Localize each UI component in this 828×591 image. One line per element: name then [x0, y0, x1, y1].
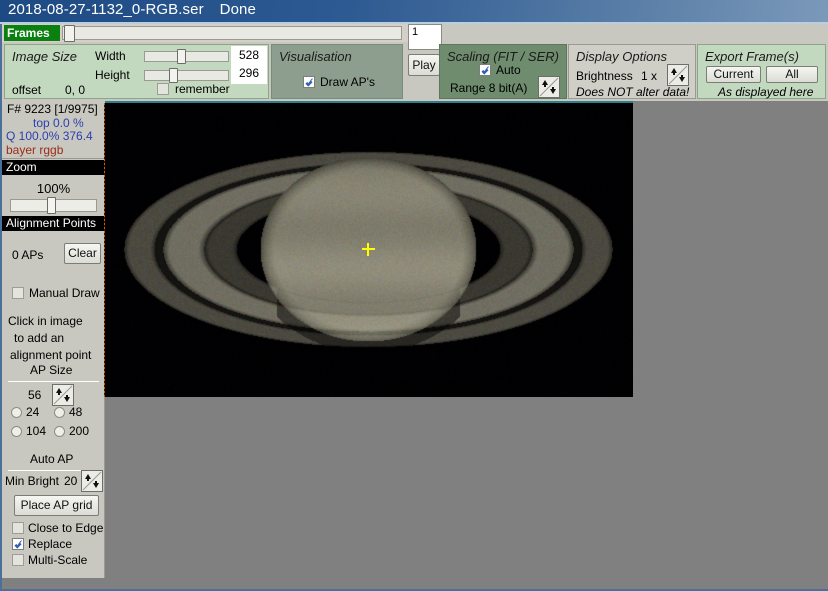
scaling-auto-checkbox[interactable]: ✓ — [479, 64, 491, 76]
brightness-label: Brightness — [576, 69, 633, 83]
width-value[interactable]: 528 — [231, 48, 267, 62]
display-options-title: Display Options — [576, 49, 668, 64]
scaling-panel: Scaling (FIT / SER) ✓ Auto Range 8 bit(A… — [439, 44, 567, 99]
alignment-points-header: Alignment Points — [2, 216, 105, 231]
frame-info-block: F# 9223 [1/9975] top 0.0 % Q 100.0% 376.… — [2, 101, 105, 159]
checkmark-icon: ✓ — [305, 75, 316, 89]
image-size-title: Image Size — [12, 49, 78, 64]
checkmark-icon: ✓ — [481, 63, 492, 77]
ap-size-spinner[interactable] — [52, 384, 74, 406]
toolbar: Frames 1 Play Image Size Width Height 52… — [2, 24, 828, 101]
ap-hint-line-2: to add an — [14, 331, 65, 345]
export-all-button[interactable]: All — [766, 66, 818, 83]
ap-hint-line-1: Click in image — [8, 314, 83, 328]
replace-checkbox[interactable]: ✓ — [12, 538, 24, 550]
export-current-button[interactable]: Current — [706, 66, 761, 83]
ap-size-option-24: 24 — [26, 405, 40, 419]
export-frames-title: Export Frame(s) — [705, 49, 799, 64]
brightness-value: 1 x — [641, 69, 658, 83]
brightness-spinner[interactable] — [667, 64, 689, 86]
ap-size-radio-200[interactable] — [54, 426, 65, 437]
checkmark-icon: ✓ — [14, 537, 25, 551]
offset-label: offset — [12, 83, 42, 97]
ap-size-option-48: 48 — [69, 405, 83, 419]
draw-aps-label: Draw AP's — [320, 75, 375, 89]
manual-draw-checkbox[interactable] — [12, 287, 24, 299]
width-slider-track[interactable] — [144, 51, 229, 62]
replace-label: Replace — [28, 537, 73, 551]
ap-size-title: AP Size — [30, 363, 73, 377]
manual-draw-label: Manual Draw — [29, 286, 100, 300]
left-sidebar: F# 9223 [1/9975] top 0.0 % Q 100.0% 376.… — [2, 101, 105, 578]
visualisation-title: Visualisation — [279, 49, 352, 64]
remember-label: remember — [175, 82, 230, 96]
ap-size-option-104: 104 — [26, 424, 47, 438]
scaling-auto-label: Auto — [496, 63, 521, 77]
close-to-edge-label: Close to Edge — [28, 521, 104, 535]
up-down-spinner-icon — [53, 385, 73, 405]
zoom-value: 100% — [36, 181, 71, 196]
frames-slider-row: Frames — [2, 24, 408, 42]
place-ap-grid-button[interactable]: Place AP grid — [14, 495, 99, 516]
frames-slider-track[interactable] — [62, 26, 402, 40]
height-label: Height — [95, 68, 130, 82]
ap-size-radio-48[interactable] — [54, 407, 65, 418]
height-value[interactable]: 296 — [231, 66, 267, 80]
window-titlebar: 2018-08-27-1132_0-RGB.ser Done — [0, 0, 828, 22]
frames-label: Frames — [4, 25, 60, 41]
min-bright-spinner[interactable] — [81, 470, 103, 492]
up-down-spinner-icon — [82, 471, 102, 491]
scaling-range-label: Range 8 bit(A) — [450, 81, 528, 95]
width-slider-thumb[interactable] — [177, 49, 186, 64]
ap-size-option-200: 200 — [69, 424, 90, 438]
export-frames-panel: Export Frame(s) Current All As displayed… — [697, 44, 826, 99]
display-options-panel: Display Options Brightness 1 x Does NOT … — [568, 44, 696, 99]
ap-size-radio-104[interactable] — [11, 426, 22, 437]
ap-size-divider — [8, 381, 99, 382]
application-window: 2018-08-27-1132_0-RGB.ser Done Frames 1 P… — [0, 0, 828, 591]
image-size-panel: Image Size Width Height 528 296 offset 0… — [4, 44, 269, 99]
scaling-range-spinner[interactable] — [538, 76, 560, 98]
ap-hint-line-3: alignment point — [10, 348, 92, 362]
frames-slider-thumb[interactable] — [64, 25, 75, 42]
min-bright-label: Min Bright — [5, 474, 60, 488]
frame-id-text: F# 9223 [1/9975] — [7, 102, 98, 116]
window-title-text: 2018-08-27-1132_0-RGB.ser Done — [8, 1, 256, 18]
display-options-note: Does NOT alter data! — [576, 85, 690, 99]
close-to-edge-checkbox[interactable] — [12, 522, 24, 534]
multi-scale-checkbox[interactable] — [12, 554, 24, 566]
visualisation-panel: Visualisation ✓ Draw AP's — [271, 44, 403, 99]
remember-checkbox[interactable] — [157, 83, 169, 95]
size-value-box: 528 296 — [231, 46, 267, 84]
zoom-section-header: Zoom — [2, 160, 105, 175]
width-label: Width — [95, 49, 126, 63]
window-title-filename: 2018-08-27-1132_0-RGB.ser — [8, 1, 204, 18]
bayer-text: bayer rggb — [6, 143, 64, 157]
up-down-spinner-icon — [539, 77, 559, 97]
height-slider-thumb[interactable] — [169, 68, 178, 83]
top-percent-text: top 0.0 % — [33, 116, 84, 130]
up-down-spinner-icon — [668, 65, 688, 85]
saturn-image[interactable] — [105, 103, 633, 397]
window-status-text: Done — [219, 1, 256, 18]
image-view-canvas[interactable] — [105, 103, 633, 397]
draw-aps-checkbox[interactable]: ✓ — [303, 76, 315, 88]
ap-size-radio-24[interactable] — [11, 407, 22, 418]
clear-aps-button[interactable]: Clear — [64, 243, 101, 264]
ap-size-value: 56 — [28, 388, 42, 402]
auto-ap-title: Auto AP — [30, 452, 74, 466]
min-bright-value: 20 — [64, 474, 78, 488]
height-slider-track[interactable] — [144, 70, 229, 81]
offset-value: 0, 0 — [65, 83, 86, 97]
scaling-title: Scaling (FIT / SER) — [447, 49, 559, 64]
multi-scale-label: Multi-Scale — [28, 553, 88, 567]
quality-text: Q 100.0% 376.4 — [6, 129, 93, 143]
zoom-slider-thumb[interactable] — [47, 197, 56, 214]
export-note: As displayed here — [718, 85, 814, 99]
frame-number-input[interactable]: 1 — [408, 24, 442, 50]
ap-count-label: 0 APs — [12, 248, 44, 262]
play-button[interactable]: Play — [408, 54, 440, 76]
